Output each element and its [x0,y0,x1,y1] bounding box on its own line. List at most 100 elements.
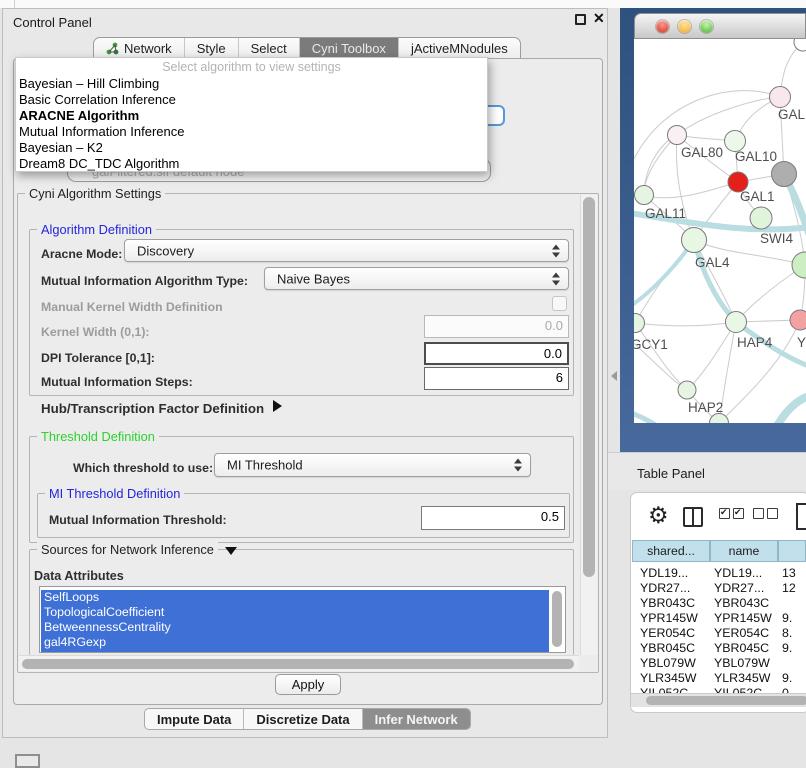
attribute-item[interactable]: gal4RGexp [41,635,549,650]
tab-label: Cyni Toolbox [312,41,386,56]
mi-threshold-group-title: MI Threshold Definition [45,486,184,501]
algorithm-item[interactable]: Bayesian – Hill Climbing [19,76,184,92]
which-threshold-combo[interactable]: MI Threshold [214,453,531,477]
kernel-width-label: Kernel Width (0,1): [41,325,150,339]
kernel-width-field[interactable]: 0.0 [424,315,569,338]
node-label: Y [797,335,806,350]
minimize-traffic-light[interactable] [678,20,691,33]
collapse-arrow-icon[interactable] [225,547,237,555]
table-cell: YBL079W [640,656,696,670]
node-label: GAL10 [735,149,777,164]
tab-jactivemnodules[interactable]: jActiveMNodules [398,38,520,58]
float-icon[interactable] [575,14,586,25]
table-header-name[interactable]: name [710,540,778,562]
checked-checkbox-icon[interactable] [719,508,730,519]
splitter-handle-icon[interactable] [611,371,617,381]
which-threshold-label: Which threshold to use: [73,461,213,475]
threshold-definition-title: Threshold Definition [37,429,159,444]
mi-type-combo[interactable]: Naive Bayes [264,267,569,290]
table-header-extra[interactable] [778,540,806,562]
table-cell: 12 [782,581,796,595]
attribute-item[interactable]: BetweennessCentrality [41,620,549,635]
attribute-item[interactable]: TopologicalCoefficient [41,605,549,620]
document-icon[interactable] [796,503,806,530]
table-row[interactable]: YBR045CYBR045C9. [632,641,806,656]
aracne-mode-value: Discovery [137,243,194,258]
settings-horizontal-scrollbar[interactable] [19,655,579,671]
node-label: GAL80 [681,145,723,160]
network-node-gcy1[interactable] [634,314,645,333]
network-node-hap4[interactable] [726,312,747,333]
network-node-gal11[interactable] [635,186,654,205]
node-label: SWI4 [760,231,793,246]
dpi-tolerance-field[interactable]: 0.0 [424,342,569,365]
close-traffic-light[interactable] [656,20,669,33]
settings-vertical-scrollbar[interactable] [580,195,597,655]
network-edge-thick [634,240,694,307]
node-label: HAP2 [688,400,723,415]
close-icon[interactable]: ✕ [593,10,605,27]
network-node-gal4[interactable] [682,228,707,253]
network-canvas[interactable]: GALGAL80GAL10GAL1GAL11SWI4GAL4HAP4YGCY1H… [634,39,806,423]
network-node[interactable] [772,162,797,187]
algorithm-item[interactable]: Bayesian – K2 [19,140,184,156]
unchecked-checkbox-icon[interactable] [767,508,778,519]
algorithm-item[interactable]: ARACNE Algorithm [19,108,184,124]
dock-icon[interactable] [15,754,40,768]
aracne-mode-combo[interactable]: Discovery [124,239,569,262]
algorithm-item[interactable]: Mutual Information Inference [19,124,184,140]
mi-steps-field[interactable]: 6 [424,367,569,390]
table-row[interactable]: YDL19...YDL19...13 [632,566,806,581]
checked-checkbox-icon[interactable] [733,508,744,519]
network-node-gal80[interactable] [668,126,687,145]
table-row[interactable]: YER054CYER054C8. [632,626,806,641]
bottom-tabbar: Impute DataDiscretize DataInfer Network [144,708,471,730]
mi-type-label: Mutual Information Algorithm Type: [41,274,248,288]
table-cell: YLR345W [714,671,770,685]
zoom-traffic-light[interactable] [700,20,713,33]
network-node-hap2[interactable] [678,381,696,399]
table-row[interactable]: YDR27...YDR27...12 [632,581,806,596]
network-node-swi4[interactable] [750,207,772,229]
which-threshold-value: MI Threshold [227,458,303,473]
network-node[interactable] [792,252,806,278]
table-cell: YDR27... [714,581,764,595]
bottom-tab-infer-network[interactable]: Infer Network [362,709,470,729]
mi-threshold-field[interactable]: 0.5 [421,506,565,530]
gear-icon[interactable]: ⚙ [648,502,669,529]
expand-arrow-icon[interactable] [273,400,282,412]
bottom-tab-discretize-data[interactable]: Discretize Data [243,709,361,729]
node-label: HAP4 [737,335,773,350]
algorithm-item[interactable]: Basic Correlation Inference [19,92,184,108]
unchecked-checkbox-icon[interactable] [753,508,764,519]
list-scrollbar-thumb[interactable] [552,591,562,647]
network-window-titlebar[interactable] [634,13,806,39]
manual-kernel-checkbox[interactable] [552,296,567,311]
table-horizontal-scrollbar[interactable] [631,693,806,707]
tab-cyni-toolbox[interactable]: Cyni Toolbox [299,38,398,58]
table-header-shared[interactable]: shared... [632,540,710,562]
node-label: GAL [778,107,806,122]
apply-button[interactable]: Apply [275,674,341,695]
node-label: GCY1 [634,337,668,352]
tab-style[interactable]: Style [184,38,238,58]
tab-select[interactable]: Select [238,38,299,58]
data-attributes-list[interactable]: SelfLoopsTopologicalCoefficientBetweenne… [39,586,566,653]
manual-kernel-label: Manual Kernel Width Definition [41,300,223,314]
attribute-item[interactable]: SelfLoops [41,590,549,605]
hub-definition-label[interactable]: Hub/Transcription Factor Definition [41,401,264,416]
network-edge [687,322,736,390]
tab-network[interactable]: Network [94,38,184,58]
algorithm-item[interactable]: Dream8 DC_TDC Algorithm [19,156,184,172]
network-node-y[interactable] [790,310,806,330]
table-row[interactable]: YBR043CYBR043C [632,596,806,611]
control-panel-tabbar: NetworkStyleSelect Cyni Toolbox jActiveMNo… [93,37,521,59]
node-label: GAL1 [740,189,775,204]
table-row[interactable]: YLR345WYLR345W9. [632,671,806,686]
table-row[interactable]: YBL079WYBL079W [632,656,806,671]
bottom-tab-impute-data[interactable]: Impute Data [145,709,243,729]
network-node-gal[interactable] [770,87,791,108]
table-cell: YER054C [640,626,695,640]
columns-icon[interactable] [683,507,703,527]
table-row[interactable]: YPR145WYPR145W9. [632,611,806,626]
